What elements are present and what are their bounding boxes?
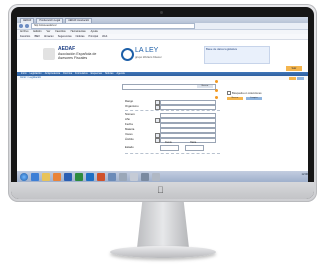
system-clock: 12:00 xyxy=(301,173,309,176)
monitor-bezel: AEDAF Ponderación Legal AEDAF Asociación… xyxy=(11,7,314,199)
field-label: Materia xyxy=(125,127,135,131)
date-from-label: Desde xyxy=(165,141,172,144)
field-label: Rango xyxy=(125,99,134,103)
org-subtitle: Asociación Española de Asesores Fiscales xyxy=(58,52,97,61)
favorite-link[interactable]: Almacén xyxy=(44,34,54,39)
app-icon[interactable] xyxy=(152,172,160,181)
app-icon[interactable] xyxy=(108,172,116,181)
camera-icon xyxy=(160,11,163,14)
collection-check-row: Búsqueda en colecciones xyxy=(227,91,262,95)
favorite-link[interactable]: IBEX xyxy=(34,34,40,39)
search-form: Buscar Búsqueda en colecciones Buscar Li… xyxy=(17,80,308,162)
app-icon[interactable] xyxy=(119,172,127,181)
field-label: Año xyxy=(125,117,130,121)
browser-tab[interactable]: AEDAF Asociación xyxy=(65,17,93,23)
aedaf-logo xyxy=(43,48,55,60)
apple-logo-icon:  xyxy=(157,185,164,195)
logout-button[interactable]: Salir xyxy=(286,66,302,71)
divider xyxy=(125,110,220,111)
ie-icon[interactable] xyxy=(31,172,39,181)
help-icon[interactable] xyxy=(215,80,218,83)
help-icon[interactable] xyxy=(215,89,218,92)
favorite-link[interactable]: Sugerencias xyxy=(58,34,72,39)
browser-tab[interactable]: Ponderación Legal xyxy=(36,17,64,23)
folder-icon[interactable] xyxy=(42,172,50,181)
powerpoint-icon[interactable] xyxy=(97,172,105,181)
form-search-button[interactable]: Buscar xyxy=(227,97,243,100)
app-icon[interactable] xyxy=(130,172,138,181)
laley-logo-icon xyxy=(121,48,134,61)
screen: AEDAF Ponderación Legal AEDAF Asociación… xyxy=(17,17,308,182)
back-icon[interactable] xyxy=(19,24,23,28)
promo-box[interactable]: Base de datos legislativa xyxy=(204,46,270,64)
app-icon[interactable] xyxy=(141,172,149,181)
date-from-input[interactable] xyxy=(160,145,179,151)
field-label: Ámbito xyxy=(125,137,134,141)
nav-item[interactable]: Doctrina xyxy=(63,72,72,76)
field-label: Organismo xyxy=(125,104,139,108)
collection-checkbox[interactable] xyxy=(227,91,231,95)
collection-check-label: Búsqueda en colecciones xyxy=(232,91,262,95)
form-clear-button[interactable]: Limpiar xyxy=(246,97,262,100)
browser-tab[interactable]: AEDAF xyxy=(20,17,35,23)
outlook-icon[interactable] xyxy=(86,172,94,181)
word-icon[interactable] xyxy=(64,172,72,181)
url-input[interactable]: http://www.aedaf.es/ xyxy=(31,23,195,29)
partner-tagline: grupo Wolters Kluwer xyxy=(135,55,162,59)
field-label: Fecha xyxy=(125,122,133,126)
excel-icon[interactable] xyxy=(75,172,83,181)
field-label: Estado xyxy=(125,145,134,149)
field-label: Número xyxy=(125,112,135,116)
nav-item[interactable]: Noticias xyxy=(105,72,114,76)
monitor-base xyxy=(110,246,216,258)
monitor: AEDAF Ponderación Legal AEDAF Asociación… xyxy=(8,4,317,202)
date-to-label: Hasta xyxy=(190,141,197,144)
monitor-stand xyxy=(137,202,189,248)
divider xyxy=(125,153,220,154)
media-icon[interactable] xyxy=(53,172,61,181)
nav-item[interactable]: Jurisprudencia xyxy=(45,72,61,76)
favorite-link[interactable]: Noticias xyxy=(76,34,85,39)
taskbar: 12:00 xyxy=(17,171,308,182)
field-label: Voces xyxy=(125,132,133,136)
forward-icon[interactable] xyxy=(25,24,29,28)
nav-item[interactable]: Formularios xyxy=(75,72,88,76)
nav-item[interactable]: Esquemas xyxy=(91,72,102,76)
favorite-link[interactable]: Principal xyxy=(89,34,99,39)
monitor-chin:  xyxy=(11,182,314,199)
nav-item[interactable]: Agenda xyxy=(116,72,124,76)
favorite-link[interactable]: Web xyxy=(102,34,107,39)
date-to-input[interactable] xyxy=(185,145,204,151)
address-bar: http://www.aedaf.es/ xyxy=(17,23,308,30)
start-button-icon[interactable] xyxy=(20,172,28,181)
favorite-link[interactable]: Favoritos xyxy=(20,34,30,39)
partner-name: LA LEY xyxy=(135,47,159,54)
help-icon[interactable] xyxy=(215,96,218,99)
page-header: AEDAF Asociación Española de Asesores Fi… xyxy=(17,40,308,72)
search-button[interactable]: Buscar xyxy=(197,85,213,88)
